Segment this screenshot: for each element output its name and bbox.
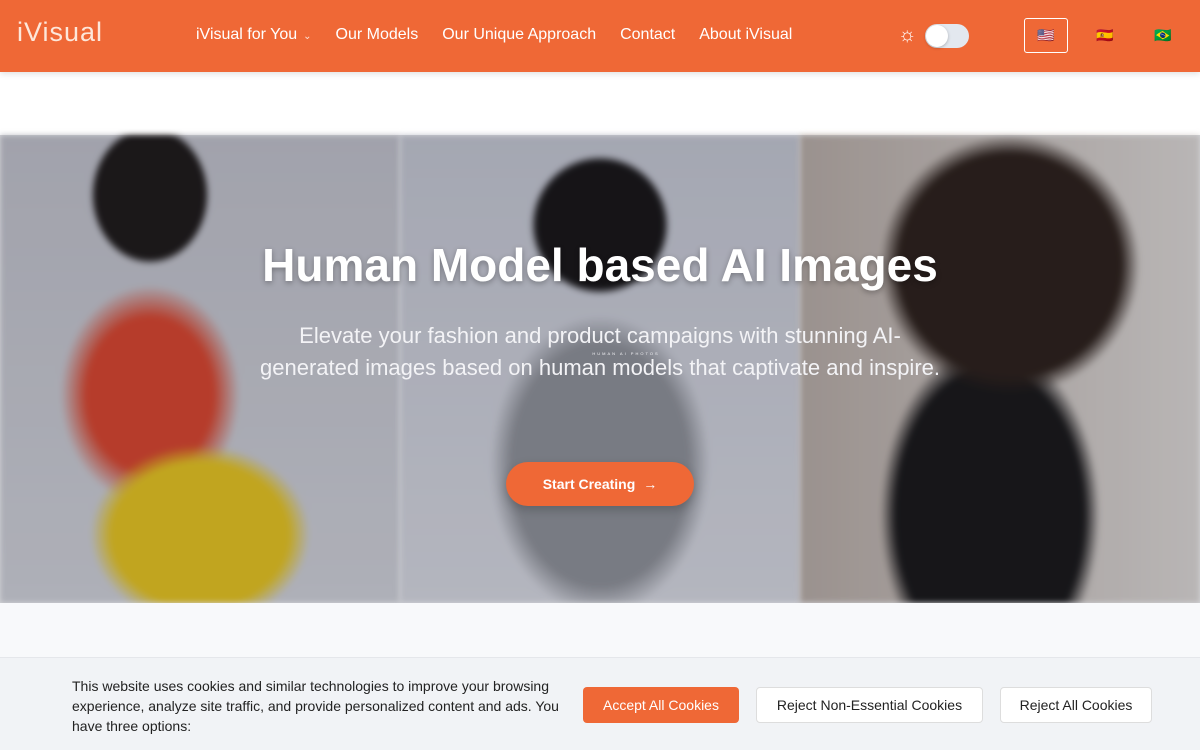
start-creating-button[interactable]: Start Creating → [506,462,694,506]
language-portuguese[interactable]: 🇧🇷 [1141,18,1185,53]
nav-ivisual-for-you[interactable]: iVisual for You ⌄ [196,26,312,44]
nav-contact[interactable]: Contact [620,26,675,44]
cta-label: Start Creating [542,476,636,492]
nav-about[interactable]: About iVisual [699,26,792,44]
nav-label: iVisual for You [196,26,298,43]
logo[interactable]: iVisual HUMAN AI PHOTOS [17,17,658,356]
hero-title: Human Model based AI Images [262,239,938,291]
logo-text: iVisual [17,17,104,47]
logo-tagline: HUMAN AI PHOTOS [592,351,660,356]
language-spanish[interactable]: 🇪🇸 [1083,18,1127,53]
theme-toggle[interactable] [925,24,969,48]
arrow-right-icon: → [643,476,658,492]
reject-all-cookies-button[interactable]: Reject All Cookies [1000,687,1152,723]
nav-our-models[interactable]: Our Models [336,26,419,44]
language-english[interactable]: 🇺🇸 [1024,18,1068,53]
page-section [0,603,1200,663]
cookie-banner: This website uses cookies and similar te… [0,657,1200,750]
reject-non-essential-cookies-button[interactable]: Reject Non-Essential Cookies [756,687,983,723]
main-nav: iVisual for You ⌄ Our Models Our Unique A… [196,26,792,44]
accept-all-cookies-button[interactable]: Accept All Cookies [583,687,739,723]
toggle-knob [926,25,948,47]
sun-icon: ☼ [898,24,917,46]
nav-our-unique-approach[interactable]: Our Unique Approach [442,26,596,44]
site-header: iVisual HUMAN AI PHOTOS iVisual for You ⌄… [0,0,1200,356]
cookie-text: This website uses cookies and similar te… [72,678,559,734]
chevron-down-icon: ⌄ [303,31,312,42]
